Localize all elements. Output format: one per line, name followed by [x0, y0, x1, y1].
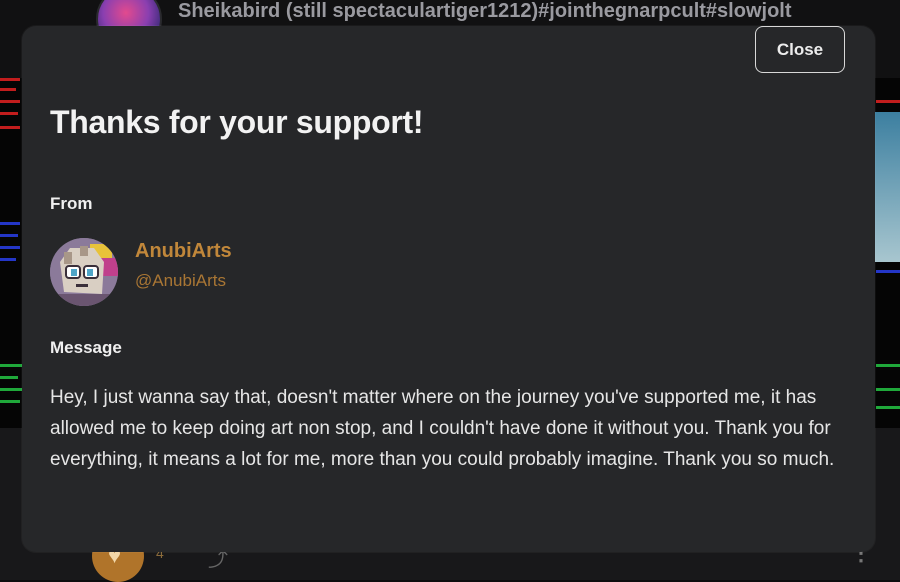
message-label: Message [50, 338, 122, 357]
support-thanks-modal: Close Thanks for your support! From Anub… [22, 26, 875, 552]
avatar-illustration [50, 238, 118, 306]
close-button[interactable]: Close [755, 26, 845, 73]
support-message: Hey, I just wanna say that, doesn't matt… [50, 387, 835, 470]
supporter-name[interactable]: AnubiArts [135, 240, 232, 263]
from-label: From [50, 194, 93, 213]
post-title: Sheikabird (still spectaculartiger1212)#… [178, 0, 792, 22]
supporter-avatar[interactable] [50, 238, 118, 306]
post-thumbnail [872, 112, 900, 262]
supporter-handle[interactable]: @AnubiArts [135, 271, 226, 291]
modal-title: Thanks for your support! [50, 104, 424, 140]
